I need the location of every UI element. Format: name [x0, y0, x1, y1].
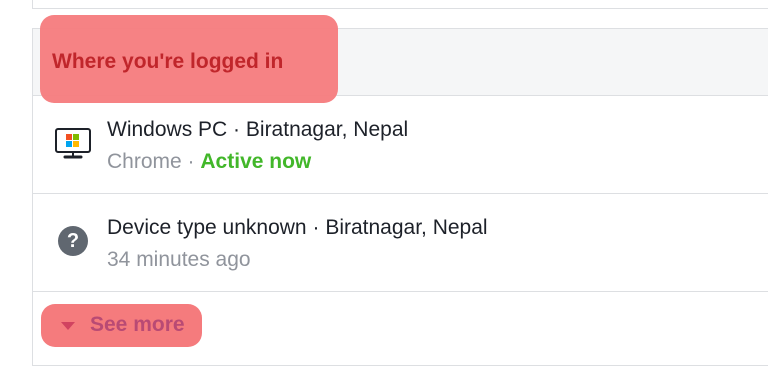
session-row-windows-pc[interactable]: Windows PC · Biratnagar, Nepal Chrome · …	[33, 96, 768, 194]
session-row-unknown-device[interactable]: ? Device type unknown · Biratnagar, Nepa…	[33, 194, 768, 292]
panel-header: Where you're logged in	[33, 15, 768, 103]
caret-down-icon	[61, 322, 75, 330]
previous-card	[32, 0, 768, 9]
see-more-button[interactable]: See more	[41, 304, 202, 347]
session-meta-line: Chrome · Active now	[107, 150, 311, 174]
separator: ·	[233, 118, 241, 141]
question-icon: ?	[58, 226, 88, 256]
session-time: 34 minutes ago	[107, 248, 251, 271]
logged-in-sessions-panel: Where you're logged in Windows PC · Bira…	[32, 15, 768, 366]
separator: ·	[187, 150, 195, 173]
location: Biratnagar, Nepal	[245, 118, 409, 141]
separator: ·	[312, 216, 320, 239]
see-more-label: See more	[90, 313, 185, 336]
active-status: Active now	[200, 150, 312, 173]
location: Biratnagar, Nepal	[325, 216, 488, 239]
panel-title: Where you're logged in	[52, 50, 284, 73]
session-device-line: Windows PC · Biratnagar, Nepal	[107, 118, 408, 142]
device-name: Windows PC	[107, 118, 228, 141]
windows-pc-icon	[55, 128, 91, 159]
browser-name: Chrome	[107, 150, 182, 173]
svg-text:?: ?	[67, 230, 79, 252]
device-name: Device type unknown	[107, 216, 307, 239]
session-device-line: Device type unknown · Biratnagar, Nepal	[107, 216, 488, 240]
